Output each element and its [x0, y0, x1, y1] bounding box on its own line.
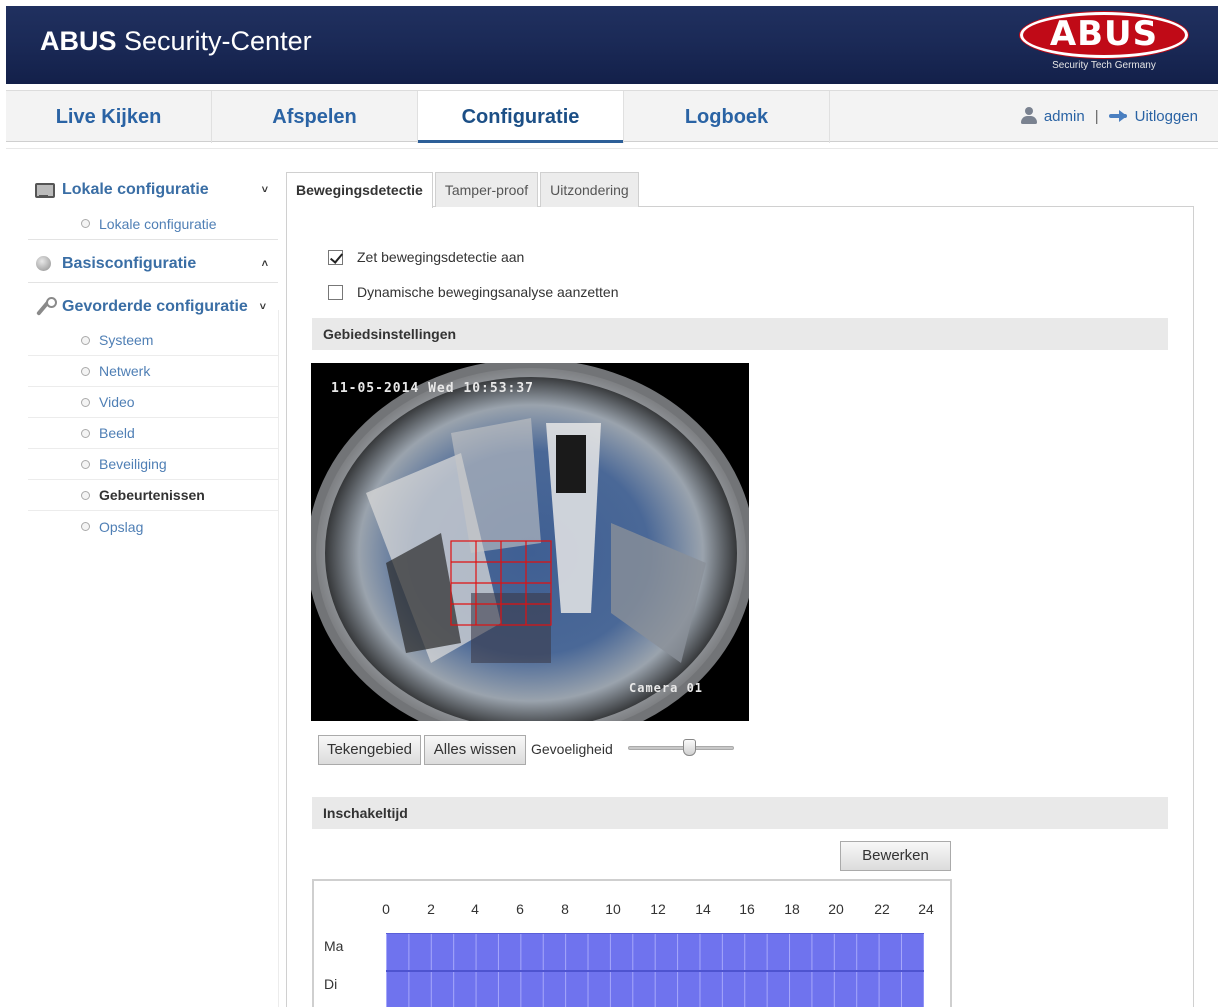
wrench-icon [34, 297, 57, 317]
hour-label: 14 [695, 901, 711, 917]
day-label-di: Di [324, 976, 338, 992]
chevron-down-icon[interactable]: ˅ [262, 184, 268, 196]
sidebar-item-label: Gebeurtenissen [99, 487, 205, 503]
globe-icon [34, 254, 54, 274]
bullet-icon [81, 428, 90, 438]
bullet-icon [81, 459, 90, 469]
clear-all-button[interactable]: Alles wissen [424, 735, 526, 765]
hour-label: 8 [561, 901, 569, 917]
motion-enable-checkbox[interactable] [328, 249, 343, 265]
camera-preview[interactable]: 11-05-2014 Wed 10:53:37 Camera 01 [311, 363, 749, 721]
sidebar-section-lokale-configuratie[interactable]: Lokale configuratie ˅ [28, 172, 278, 208]
subtab-bewegingsdetectie[interactable]: Bewegingsdetectie [286, 172, 433, 208]
sidebar-item-label: Lokale configuratie [99, 215, 217, 232]
hour-label: 20 [828, 901, 844, 917]
sidebar-item-beeld[interactable]: Beeld [28, 418, 278, 449]
tab-configuratie[interactable]: Configuratie [418, 91, 624, 143]
sidebar-border [278, 310, 279, 1007]
hour-label: 18 [784, 901, 800, 917]
user-area: admin | Uitloggen [1020, 107, 1198, 125]
username: admin [1043, 107, 1085, 125]
subtab-bar: Bewegingsdetectie Tamper-proof Uitzonder… [286, 172, 641, 208]
sidebar-item-label: Systeem [99, 332, 154, 348]
logout-icon[interactable] [1108, 110, 1129, 122]
dynamic-analysis-row: Dynamische bewegingsanalyse aanzetten [328, 284, 619, 300]
sidebar-section-basisconfiguratie[interactable]: Basisconfiguratie ˄ [28, 246, 278, 282]
edit-schedule-button[interactable]: Bewerken [840, 841, 951, 871]
bullet-icon [81, 335, 90, 345]
sensitivity-slider-handle[interactable] [683, 739, 696, 756]
sensitivity-slider-track[interactable] [628, 746, 734, 750]
app-header: ABUS Security-Center ABUS Security Tech … [6, 6, 1218, 84]
draw-area-button[interactable]: Tekengebied [318, 735, 421, 765]
dynamic-analysis-label: Dynamische bewegingsanalyse aanzetten [357, 284, 619, 300]
sidebar-divider [28, 239, 278, 240]
section-gebiedsinstellingen: Gebiedsinstellingen [312, 318, 1168, 350]
bullet-icon [81, 366, 90, 376]
main-nav: Live Kijken Afspelen Configuratie Logboe… [6, 90, 1218, 143]
day-label-ma: Ma [324, 938, 344, 954]
motion-enable-label: Zet bewegingsdetectie aan [357, 249, 525, 265]
bullet-icon [81, 522, 90, 531]
tab-live-kijken[interactable]: Live Kijken [6, 91, 212, 143]
schedule-bar-di[interactable] [386, 970, 924, 1007]
sidebar-item-systeem[interactable]: Systeem [28, 325, 278, 356]
sidebar-section-label: Gevorderde configuratie [62, 298, 248, 315]
hour-label: 12 [650, 901, 666, 917]
hour-label: 24 [918, 901, 934, 917]
motion-enable-row: Zet bewegingsdetectie aan [328, 249, 524, 265]
tab-logboek[interactable]: Logboek [624, 91, 830, 143]
app-title: ABUS Security-Center [40, 26, 312, 57]
bullet-icon [81, 490, 90, 500]
nav-separator: | [1094, 107, 1099, 125]
sensitivity-label: Gevoeligheid [531, 741, 613, 757]
sidebar-item-label: Opslag [99, 518, 144, 535]
camera-name: Camera 01 [629, 681, 704, 695]
fisheye-image [311, 363, 749, 721]
hour-label: 0 [382, 901, 390, 917]
sidebar-item-video[interactable]: Video [28, 387, 278, 418]
sidebar-section-label: Basisconfiguratie [62, 255, 197, 272]
monitor-icon [34, 180, 55, 200]
sidebar-item-label: Beveiliging [99, 456, 167, 472]
abus-logo: ABUS Security Tech Germany [1020, 12, 1188, 74]
logo-tagline: Security Tech Germany [1052, 60, 1156, 71]
hour-label: 6 [516, 901, 524, 917]
sidebar: Lokale configuratie ˅ Lokale configurati… [28, 172, 278, 542]
app-title-product: Security-Center [116, 26, 312, 56]
chevron-down-icon[interactable]: ˅ [260, 301, 266, 313]
sidebar-item-opslag[interactable]: Opslag [28, 511, 278, 542]
sidebar-item-beveiliging[interactable]: Beveiliging [28, 449, 278, 480]
sidebar-item-gebeurtenissen[interactable]: Gebeurtenissen [28, 480, 278, 511]
sidebar-item-netwerk[interactable]: Netwerk [28, 356, 278, 387]
sidebar-section-gevorderde-configuratie[interactable]: Gevorderde configuratie ˅ [28, 289, 278, 325]
section-inschakeltijd: Inschakeltijd [312, 797, 1168, 829]
bullet-icon [81, 397, 90, 407]
hour-label: 10 [605, 901, 621, 917]
dynamic-analysis-checkbox[interactable] [328, 284, 343, 300]
hour-label: 2 [427, 901, 435, 917]
schedule-grid: 0 2 4 6 8 10 12 14 16 18 20 22 24 Ma Di [312, 879, 952, 1007]
bullet-icon [81, 219, 90, 228]
chevron-up-icon[interactable]: ˄ [262, 258, 268, 270]
sidebar-section-label: Lokale configuratie [62, 181, 209, 198]
sidebar-divider [28, 282, 278, 283]
logout-link[interactable]: Uitloggen [1135, 108, 1198, 125]
logo-text: ABUS [1049, 14, 1159, 54]
app-root: ABUS Security-Center ABUS Security Tech … [0, 0, 1220, 1007]
subtab-tamper-proof[interactable]: Tamper-proof [434, 172, 539, 207]
sidebar-item-lokale-configuratie[interactable]: Lokale configuratie [28, 208, 278, 239]
sidebar-item-label: Netwerk [99, 363, 151, 379]
sidebar-item-label: Beeld [99, 425, 135, 441]
schedule-bar-ma[interactable] [386, 933, 924, 971]
subtab-uitzondering[interactable]: Uitzondering [540, 172, 639, 207]
user-icon [1020, 107, 1038, 125]
camera-timestamp: 11-05-2014 Wed 10:53:37 [331, 381, 535, 396]
sidebar-item-label: Video [99, 394, 135, 410]
hour-label: 22 [874, 901, 890, 917]
app-title-brand: ABUS [40, 26, 117, 56]
hour-label: 16 [739, 901, 755, 917]
tab-afspelen[interactable]: Afspelen [212, 91, 418, 143]
hour-label: 4 [471, 901, 479, 917]
